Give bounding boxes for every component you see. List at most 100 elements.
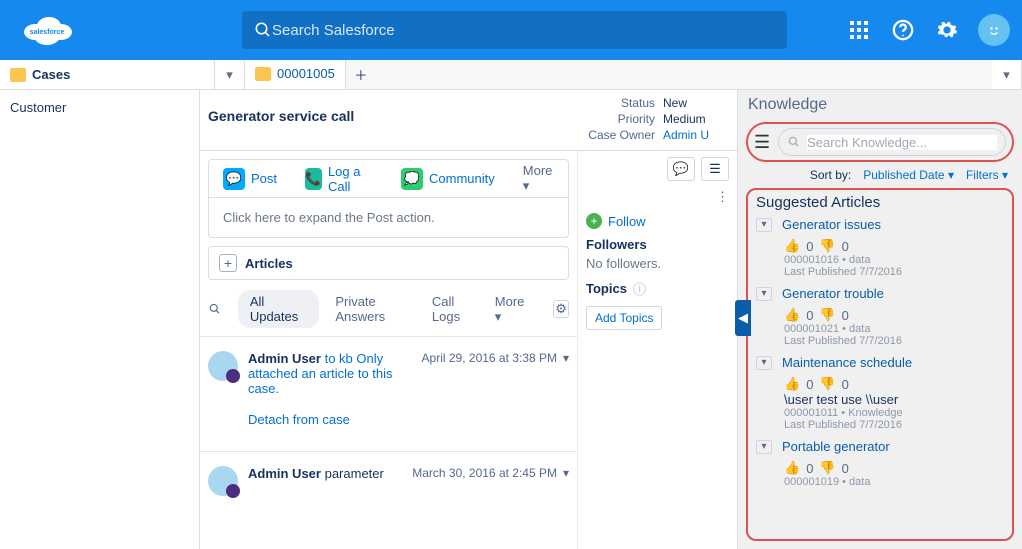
article-meta: 000001019 • data [784, 476, 1004, 488]
feed-text: parameter [325, 466, 384, 481]
knowledge-toolbar: ☰ [746, 122, 1014, 162]
owner-label: Case Owner [575, 128, 655, 142]
global-search-input[interactable] [272, 22, 775, 39]
info-icon[interactable]: ⓘ [633, 279, 646, 298]
tabs-overflow[interactable]: ▾ [992, 60, 1022, 89]
feed-item: Admin User to kb Only attached an articl… [200, 336, 577, 404]
filter-private[interactable]: Private Answers [335, 294, 416, 324]
status-value: New [663, 96, 687, 110]
feed-item-menu[interactable]: ▾ [563, 351, 569, 365]
thumb-down-icon[interactable]: 👎 [819, 307, 835, 323]
workspace-tabs: Cases ▾ 00001005 ＋ ▾ [0, 60, 1022, 90]
svg-text:salesforce: salesforce [30, 29, 65, 36]
no-followers: No followers. [586, 256, 729, 271]
feed-user[interactable]: Admin User [248, 351, 321, 366]
feed-date: April 29, 2016 at 3:38 PM [422, 351, 557, 365]
sort-label: Sort by: [810, 168, 851, 182]
knowledge-search[interactable] [778, 128, 1006, 156]
feed-filterbar: All Updates Private Answers Call Logs Mo… [208, 290, 569, 328]
filter-all-updates[interactable]: All Updates [238, 290, 319, 328]
expand-caret[interactable]: ▾ [756, 356, 772, 370]
article-title[interactable]: Generator issues [782, 217, 881, 232]
filter-more[interactable]: More ▾ [495, 294, 529, 325]
filter-call-logs[interactable]: Call Logs [432, 294, 479, 324]
avatar [208, 466, 238, 496]
knowledge-menu-icon[interactable]: ☰ [754, 132, 770, 153]
article-title[interactable]: Generator trouble [782, 286, 884, 301]
article-title[interactable]: Maintenance schedule [782, 355, 912, 370]
nav-cases-tab[interactable]: Cases [0, 60, 215, 89]
side-comment-icon[interactable]: 💬 [667, 157, 695, 181]
panel-collapse-handle[interactable]: ◀ [735, 300, 751, 336]
side-overflow-icon[interactable]: ⋮ [586, 189, 729, 205]
expand-caret[interactable]: ▾ [756, 440, 772, 454]
article-meta: 000001016 • data [784, 254, 1004, 266]
plus-icon: + [586, 213, 602, 229]
thumb-down-icon[interactable]: 👎 [819, 460, 835, 476]
detach-link[interactable]: Detach from case [248, 412, 577, 427]
post-expand-hint[interactable]: Click here to expand the Post action. [209, 198, 568, 237]
knowledge-search-input[interactable] [807, 135, 997, 150]
article-votes: 👍0👎0 [784, 307, 1004, 323]
feed-item-menu[interactable]: ▾ [563, 466, 569, 480]
add-tab-button[interactable]: ＋ [346, 60, 376, 89]
thumb-up-icon[interactable]: 👍 [784, 376, 800, 392]
sort-value[interactable]: Published Date ▾ [863, 168, 954, 182]
article-votes: 👍0👎0 [784, 238, 1004, 254]
search-icon [787, 135, 801, 149]
followers-label: Followers [586, 237, 729, 252]
case-tab-label: 00001005 [277, 66, 335, 81]
avatar [208, 351, 238, 381]
knowledge-title: Knowledge [738, 90, 1022, 120]
setup-gear-icon[interactable] [934, 17, 960, 43]
post-action[interactable]: 💬Post [209, 168, 291, 190]
app-launcher-icon[interactable] [846, 17, 872, 43]
articles-label: Articles [245, 256, 293, 271]
salesforce-logo[interactable]: salesforce [12, 10, 82, 50]
center-panel: Generator service call StatusNew Priorit… [200, 90, 737, 549]
case-tab[interactable]: 00001005 [245, 60, 346, 89]
expand-caret[interactable]: ▾ [756, 218, 772, 232]
feed-user[interactable]: Admin User [248, 466, 321, 481]
priority-value: Medium [663, 112, 706, 126]
thumb-up-icon[interactable]: 👍 [784, 238, 800, 254]
thumb-up-icon[interactable]: 👍 [784, 460, 800, 476]
feed-item: Admin User parameter March 30, 2016 at 2… [200, 451, 577, 504]
expand-caret[interactable]: ▾ [756, 287, 772, 301]
nav-label: Cases [32, 67, 70, 82]
articles-section[interactable]: + Articles [208, 246, 569, 280]
suggested-title: Suggested Articles [756, 194, 1004, 211]
follow-button[interactable]: +Follow [586, 213, 729, 229]
actions-more[interactable]: More ▾ [509, 163, 568, 194]
add-article-button[interactable]: + [219, 254, 237, 272]
knowledge-item: ▾Maintenance schedule👍0👎0\user test use … [756, 355, 1004, 431]
post-icon: 💬 [223, 168, 245, 190]
feed-settings-icon[interactable]: ⚙ [553, 300, 569, 318]
case-title: Generator service call [208, 100, 559, 138]
article-published: Last Published 7/7/2016 [784, 266, 1004, 278]
thumb-down-icon[interactable]: 👎 [819, 376, 835, 392]
left-sidebar: Customer [0, 90, 200, 549]
folder-icon [10, 68, 26, 82]
owner-value[interactable]: Admin U [663, 128, 709, 142]
help-icon[interactable] [890, 17, 916, 43]
article-votes: 👍0👎0 [784, 460, 1004, 476]
thumb-up-icon[interactable]: 👍 [784, 307, 800, 323]
knowledge-item: ▾ Portable generator 👍0👎0000001019 • data [756, 439, 1004, 488]
global-search[interactable] [242, 11, 787, 49]
feed-search-icon[interactable] [208, 301, 222, 317]
suggested-articles: Suggested Articles ▾ Generator issues 👍0👎0… [746, 188, 1014, 541]
log-call-action[interactable]: 📞Log a Call [291, 164, 387, 194]
side-list-icon[interactable]: ☰ [701, 157, 729, 181]
search-icon [254, 21, 272, 39]
article-votes: 👍0👎0 [784, 376, 1004, 392]
article-published: Last Published 7/7/2016 [784, 419, 1004, 431]
add-topics-button[interactable]: Add Topics [586, 306, 662, 330]
thumb-down-icon[interactable]: 👎 [819, 238, 835, 254]
article-title[interactable]: Portable generator [782, 439, 890, 454]
profile-avatar[interactable] [978, 14, 1010, 46]
priority-label: Priority [575, 112, 655, 126]
nav-dropdown[interactable]: ▾ [215, 60, 245, 89]
filters-link[interactable]: Filters ▾ [966, 168, 1008, 182]
community-action[interactable]: 💭Community [387, 168, 509, 190]
